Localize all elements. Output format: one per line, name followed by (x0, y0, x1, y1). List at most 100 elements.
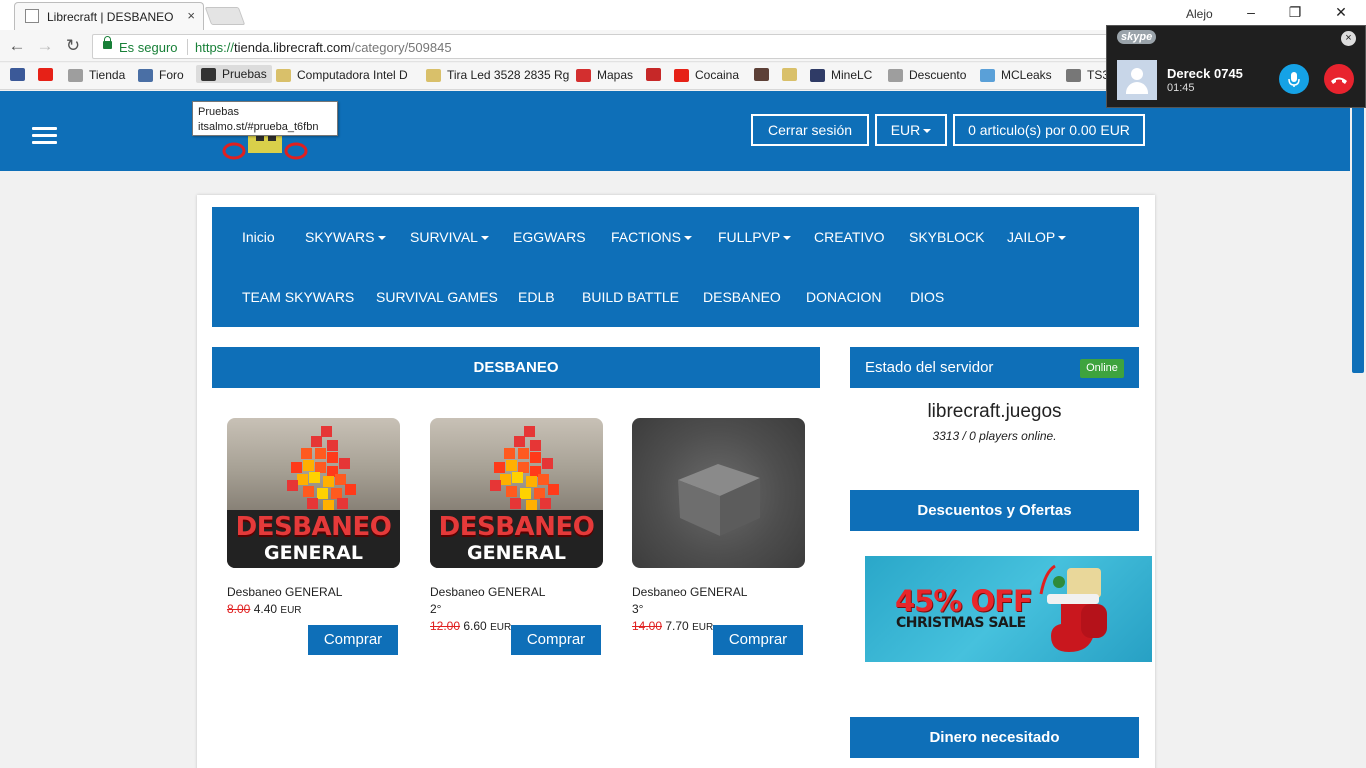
category-label: SKYBLOCK (909, 229, 985, 245)
product-rank: 2° (430, 602, 442, 616)
current-price: 4.40 (253, 602, 278, 616)
bookmark-item[interactable] (754, 68, 769, 81)
reload-icon[interactable]: ↻ (62, 36, 84, 56)
lock-icon (103, 36, 112, 49)
buy-button[interactable]: Comprar (511, 625, 601, 655)
back-arrow-icon[interactable]: ← (6, 36, 28, 56)
category-label: SKYWARS (305, 229, 375, 245)
category-link[interactable]: DONACION (806, 289, 881, 305)
bookmark-favicon-icon (68, 68, 83, 82)
bookmark-favicon-icon (10, 68, 25, 81)
window-minimize-button[interactable]: – (1236, 4, 1266, 20)
category-link[interactable]: CREATIVO (814, 229, 885, 245)
price-currency: EUR (280, 605, 302, 616)
bookmark-item[interactable]: Cocaina (674, 68, 739, 82)
banner-subtitle: GENERAL (264, 542, 363, 564)
server-address[interactable]: librecraft.juegos (850, 401, 1139, 423)
category-link[interactable]: FULLPVP (718, 229, 792, 245)
call-duration: 01:45 (1167, 82, 1195, 94)
product-price: 12.00 6.60 EUR (430, 619, 511, 633)
category-link[interactable]: EGGWARS (513, 229, 586, 245)
bookmark-item[interactable]: MineLC (810, 68, 872, 82)
microphone-icon (1288, 72, 1300, 87)
bookmark-item[interactable]: Foro (138, 68, 184, 82)
product-price: 14.00 7.70 EUR (632, 619, 713, 633)
banner-title: DESBANEO (235, 512, 392, 542)
category-link[interactable]: JAILOP (1007, 229, 1067, 245)
bookmark-favicon-icon (576, 68, 591, 82)
category-link[interactable]: DIOS (910, 289, 944, 305)
cart-button[interactable]: 0 articulo(s) por 0.00 EUR (953, 114, 1145, 146)
bookmark-favicon-icon (674, 68, 689, 82)
security-label: Es seguro (119, 40, 178, 55)
category-link[interactable]: EDLB (518, 289, 555, 305)
tooltip-title: Pruebas (198, 106, 239, 118)
bookmark-item[interactable] (646, 68, 661, 81)
christmas-sale-banner[interactable]: 45% OFF CHRISTMAS SALE (865, 556, 1152, 662)
bookmark-item[interactable]: TS3 (1066, 68, 1109, 82)
microphone-button[interactable] (1279, 64, 1309, 94)
players-online: 3313 / 0 players online. (932, 429, 1057, 443)
category-link[interactable]: SURVIVAL GAMES (376, 289, 498, 305)
price-currency: EUR (490, 622, 512, 633)
currency-dropdown[interactable]: EUR (875, 114, 947, 146)
url-text[interactable]: https://tienda.librecraft.com/category/5… (195, 40, 452, 55)
online-status-badge: Online (1080, 359, 1124, 378)
skype-call-window[interactable]: skype × Dereck 0745 01:45 (1106, 25, 1366, 108)
menu-hamburger-icon[interactable] (32, 127, 57, 144)
buy-button[interactable]: Comprar (713, 625, 803, 655)
category-label: FACTIONS (611, 229, 682, 245)
bookmark-item[interactable]: Descuento (888, 68, 966, 82)
category-link[interactable]: SURVIVAL (410, 229, 489, 245)
promo-subtitle: CHRISTMAS SALE (896, 615, 1026, 631)
bookmark-item[interactable]: Tira Led 3528 2835 Rg (426, 68, 569, 82)
scrollbar-thumb[interactable] (1352, 91, 1364, 373)
old-price: 8.00 (227, 602, 251, 616)
buy-button[interactable]: Comprar (308, 625, 398, 655)
bookmark-item[interactable]: Computadora Intel D (276, 68, 408, 82)
bookmark-item[interactable] (38, 68, 53, 81)
caller-name: Dereck 0745 (1167, 66, 1243, 81)
window-profile-name[interactable]: Alejo (1186, 7, 1213, 21)
bookmark-item[interactable]: Tienda (68, 68, 125, 82)
product-name[interactable]: Desbaneo GENERAL (632, 585, 747, 599)
close-icon[interactable]: × (1341, 31, 1356, 46)
window-close-button[interactable]: ✕ (1326, 4, 1356, 21)
bookmark-item[interactable]: Pruebas (196, 65, 272, 83)
currency-label: EUR (890, 122, 921, 138)
category-link[interactable]: SKYBLOCK (909, 229, 984, 245)
category-link[interactable]: Inicio (242, 229, 275, 245)
bookmark-tooltip: Pruebas itsalmo.st/#prueba_t6fbn (192, 101, 338, 136)
bookmark-label: Tienda (89, 68, 126, 82)
bookmark-label: Computadora Intel D (297, 68, 408, 82)
new-tab-button[interactable] (204, 7, 246, 25)
hang-up-button[interactable] (1324, 64, 1354, 94)
window-maximize-button[interactable]: ❐ (1280, 4, 1310, 21)
bookmark-item[interactable] (782, 68, 797, 81)
logout-button[interactable]: Cerrar sesión (751, 114, 869, 146)
category-link[interactable]: TEAM SKYWARS (242, 289, 354, 305)
category-label: Inicio (242, 229, 275, 245)
money-needed-title: Dinero necesitado (850, 717, 1139, 758)
product-name[interactable]: Desbaneo GENERAL (430, 585, 545, 599)
bookmark-label: Pruebas (222, 67, 267, 81)
product-image[interactable] (632, 418, 805, 568)
banner-subtitle: GENERAL (467, 542, 566, 564)
browser-tab[interactable]: Librecraft | DESBANEO × (14, 2, 204, 30)
category-link[interactable]: DESBANEO (703, 289, 781, 305)
bookmark-label: Tira Led 3528 2835 Rg (447, 68, 570, 82)
forward-arrow-icon[interactable]: → (34, 36, 56, 56)
category-link[interactable]: SKYWARS (305, 229, 386, 245)
address-bar[interactable]: Es seguro https://tienda.librecraft.com/… (92, 34, 1112, 59)
product-name[interactable]: Desbaneo GENERAL (227, 585, 342, 599)
tab-title: Librecraft | DESBANEO (47, 10, 174, 24)
category-link[interactable]: FACTIONS (611, 229, 693, 245)
bookmark-favicon-icon (426, 68, 441, 82)
category-link[interactable]: BUILD BATTLE (582, 289, 679, 305)
bookmark-item[interactable]: Mapas (576, 68, 633, 82)
bookmark-item[interactable]: MCLeaks (980, 68, 1052, 82)
product-image[interactable]: DESBANEO GENERAL (430, 418, 603, 568)
bookmark-item[interactable] (10, 68, 25, 81)
product-image[interactable]: DESBANEO GENERAL (227, 418, 400, 568)
tab-close-icon[interactable]: × (187, 8, 195, 23)
